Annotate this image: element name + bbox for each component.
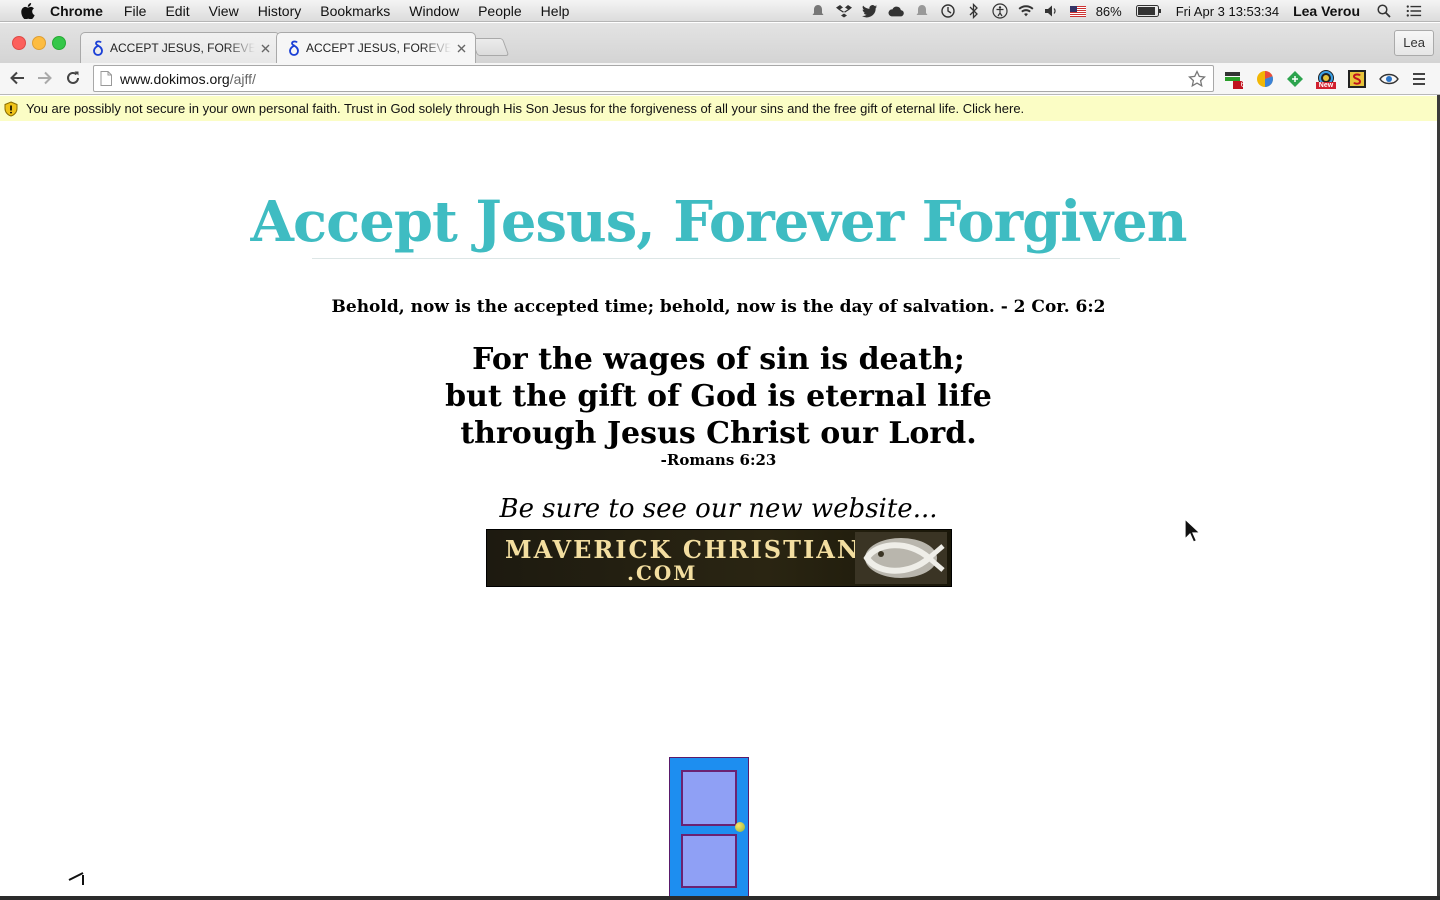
faith-warning-banner[interactable]: You are possibly not secure in your own …: [0, 96, 1440, 121]
window-close-button[interactable]: [12, 36, 26, 50]
menu-people[interactable]: People: [478, 0, 522, 22]
profile-switcher-button[interactable]: Lea: [1394, 30, 1434, 56]
new-website-note: Be sure to see our new website...: [499, 494, 938, 524]
small-scribble-icon: [68, 872, 84, 885]
tab-title: ACCEPT JESUS, FOREVER FORGIVEN: [306, 41, 451, 55]
url-host: www.dokimos.org: [120, 70, 230, 87]
menubar-clock[interactable]: Fri Apr 3 13:53:34: [1176, 4, 1279, 19]
macos-menu-bar: Chrome File Edit View History Bookmarks …: [0, 0, 1440, 22]
time-machine-icon[interactable]: [940, 3, 956, 19]
accessibility-icon[interactable]: [992, 3, 1008, 19]
alert-bell-icon[interactable]: [914, 3, 930, 19]
dropbox-icon[interactable]: [835, 3, 852, 19]
browser-toolbar: www.dokimos.org/ajff/ 6 New: [0, 63, 1440, 95]
romans-verse-line-3: through Jesus Christ our Lord.: [460, 416, 977, 451]
shield-warning-icon: [4, 100, 18, 117]
us-flag-icon[interactable]: [1069, 3, 1086, 19]
back-arrow-icon[interactable]: [7, 68, 27, 88]
page-title: Accept Jesus, Forever Forgiven: [250, 189, 1188, 255]
romans-verse: For the wages of sin is death; but the g…: [0, 341, 1437, 452]
ichthys-fish-icon: [855, 532, 947, 584]
battery-icon[interactable]: [1135, 3, 1162, 19]
wifi-icon[interactable]: [1018, 3, 1034, 19]
current-user-name[interactable]: Lea Verou: [1293, 3, 1360, 19]
reload-icon[interactable]: [63, 68, 83, 88]
menu-app-chrome[interactable]: Chrome: [50, 0, 103, 22]
menu-file[interactable]: File: [124, 0, 147, 22]
romans-verse-line-2: but the gift of God is eternal life: [445, 379, 992, 414]
window-minimize-button[interactable]: [32, 36, 46, 50]
menu-window[interactable]: Window: [409, 0, 459, 22]
dokimos-favicon-icon: [91, 40, 105, 56]
romans-verse-line-1: For the wages of sin is death;: [472, 342, 965, 377]
apple-menu-icon[interactable]: [20, 2, 36, 19]
stylish-extension-icon[interactable]: [1347, 69, 1367, 89]
door-upper-panel: [681, 770, 737, 826]
eye-extension-icon[interactable]: [1379, 69, 1399, 89]
browser-tab-2-active[interactable]: ACCEPT JESUS, FOREVER FORGIVEN: [276, 32, 476, 63]
window-zoom-button[interactable]: [52, 36, 66, 50]
title-divider: [312, 258, 1120, 259]
door-link[interactable]: [669, 757, 749, 899]
url-path: /ajff/: [229, 70, 256, 87]
door-lower-panel: [681, 834, 737, 888]
bookmark-star-icon[interactable]: [1187, 69, 1207, 89]
salvation-verse: Behold, now is the accepted time; behold…: [331, 297, 1106, 317]
banner-text[interactable]: You are possibly not secure in your own …: [26, 101, 1024, 116]
browser-tab-1[interactable]: ACCEPT JESUS, FOREVER FORGIVEN: [80, 32, 280, 63]
bluetooth-icon[interactable]: [966, 3, 982, 19]
url-text[interactable]: www.dokimos.org/ajff/: [120, 71, 1187, 87]
cloud-app-icon[interactable]: [888, 3, 904, 19]
maverick-banner-line-1: MAVERICK CHRISTIANS: [505, 535, 881, 564]
extension-badge: 6: [1240, 80, 1246, 89]
address-bar[interactable]: www.dokimos.org/ajff/: [93, 65, 1214, 92]
menu-view[interactable]: View: [209, 0, 239, 22]
maverick-christians-banner-link[interactable]: MAVERICK CHRISTIANS .COM: [486, 529, 952, 587]
maverick-banner-line-2: .COM: [627, 561, 698, 585]
new-tab-button[interactable]: [470, 38, 510, 56]
menu-history[interactable]: History: [258, 0, 302, 22]
status-area: 86% Fri Apr 3 13:53:34 Lea Verou: [810, 0, 1440, 22]
menu-bookmarks[interactable]: Bookmarks: [320, 0, 390, 22]
romans-verse-reference: -Romans 6:23: [660, 451, 777, 469]
tab-close-icon[interactable]: [455, 42, 467, 54]
door-knob: [735, 822, 745, 832]
spotlight-search-icon[interactable]: [1376, 3, 1392, 19]
tab-close-icon[interactable]: [259, 42, 271, 54]
green-diamond-extension-icon[interactable]: [1285, 69, 1305, 89]
extension-stack-icon[interactable]: 6: [1224, 69, 1245, 89]
dokimos-favicon-icon: [287, 40, 301, 56]
extension-new-badge: New: [1318, 82, 1334, 89]
rainbow-extension-icon[interactable]: New: [1316, 69, 1336, 89]
chrome-menu-icon[interactable]: [1409, 69, 1429, 89]
notification-bell-icon[interactable]: [810, 3, 826, 19]
menu-help[interactable]: Help: [541, 0, 570, 22]
browser-tab-strip: ACCEPT JESUS, FOREVER FORGIVEN ACCEPT JE…: [0, 23, 1440, 63]
notification-center-icon[interactable]: [1406, 3, 1422, 19]
web-page: Accept Jesus, Forever Forgiven Behold, n…: [0, 121, 1437, 899]
tab-title: ACCEPT JESUS, FOREVER FORGIVEN: [110, 41, 255, 55]
forward-arrow-icon[interactable]: [35, 68, 55, 88]
twitter-icon[interactable]: [861, 3, 878, 19]
battery-percent[interactable]: 86%: [1096, 4, 1122, 19]
pie-chart-extension-icon[interactable]: [1255, 69, 1275, 89]
page-icon[interactable]: [100, 71, 114, 87]
volume-icon[interactable]: [1044, 3, 1060, 19]
window-bottom-edge: [0, 896, 1440, 900]
mouse-cursor-icon: [1184, 518, 1201, 543]
menu-edit[interactable]: Edit: [165, 0, 189, 22]
